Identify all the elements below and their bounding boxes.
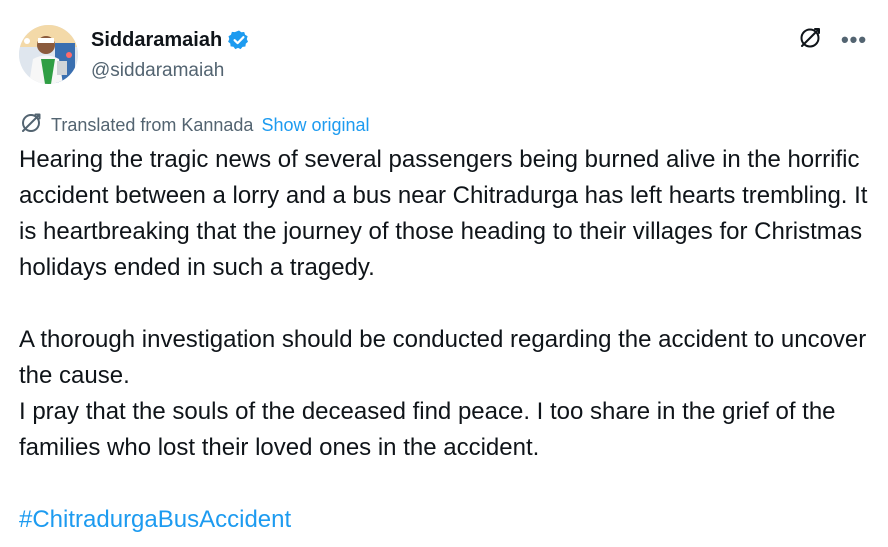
author-names: Siddaramaiah @siddaramaiah xyxy=(91,28,250,84)
handle[interactable]: @siddaramaiah xyxy=(91,58,250,84)
tweet-paragraph-2: A thorough investigation should be condu… xyxy=(19,326,867,389)
avatar[interactable] xyxy=(19,25,78,84)
tweet-header: Siddaramaiah @siddaramaiah ••• xyxy=(19,24,872,86)
show-original-link[interactable]: Show original xyxy=(261,115,369,136)
more-button[interactable]: ••• xyxy=(840,26,868,54)
translate-icon xyxy=(798,26,822,55)
tweet-text: Hearing the tragic news of several passe… xyxy=(19,142,879,538)
more-icon: ••• xyxy=(840,27,868,52)
translation-label: Translated from Kannada xyxy=(51,114,254,135)
verified-badge-icon[interactable] xyxy=(228,29,250,51)
translate-button[interactable] xyxy=(796,26,824,54)
hashtag-link[interactable]: #ChitradurgaBusAccident xyxy=(19,506,291,533)
display-name-row: Siddaramaiah xyxy=(91,28,250,52)
translate-small-icon xyxy=(19,111,43,140)
tweet-paragraph-1: Hearing the tragic news of several passe… xyxy=(19,146,868,281)
tweet-paragraph-3: I pray that the souls of the deceased fi… xyxy=(19,398,836,461)
display-name[interactable]: Siddaramaiah xyxy=(91,28,222,52)
tweet-actions: ••• xyxy=(796,26,868,54)
translation-bar: Translated from Kannada Show original xyxy=(19,112,370,138)
